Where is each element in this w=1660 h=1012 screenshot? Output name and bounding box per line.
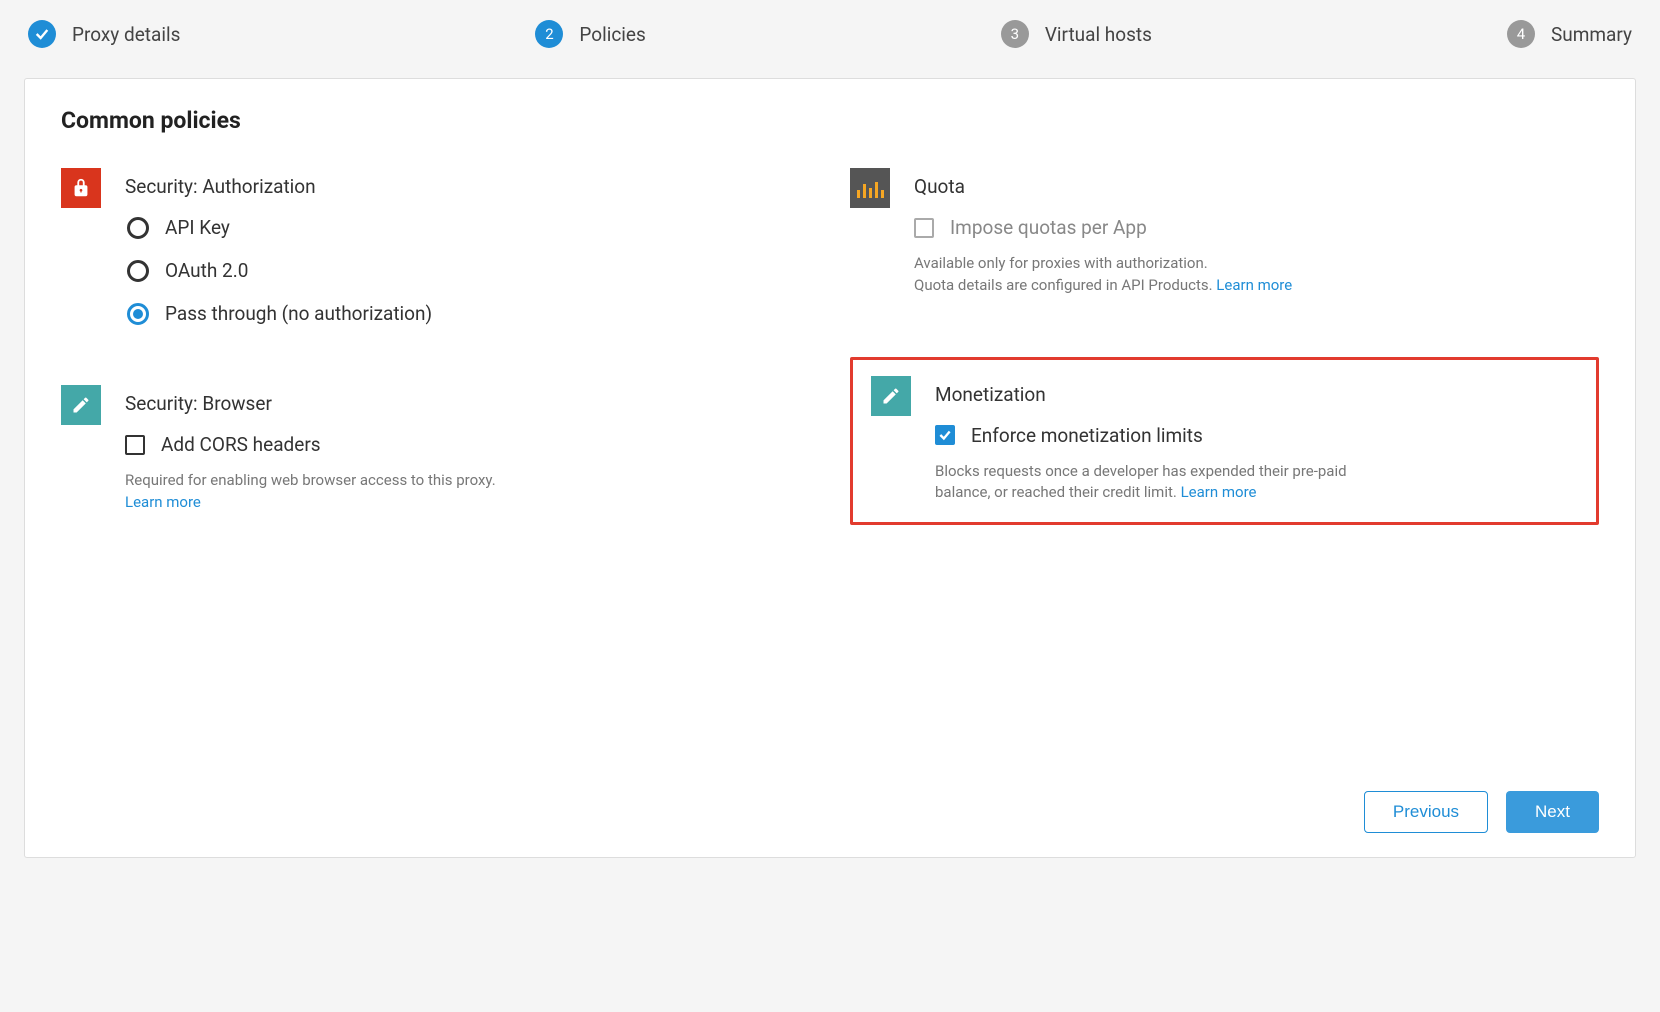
checkbox-icon — [914, 218, 934, 238]
radio-pass-through[interactable]: Pass through (no authorization) — [127, 302, 810, 325]
radio-icon — [127, 303, 149, 325]
pencil-icon — [871, 376, 911, 416]
bars-icon — [850, 168, 890, 208]
checkbox-monetization-limits[interactable]: Enforce monetization limits — [935, 424, 1578, 447]
helper-line: Blocks requests once a developer has exp… — [935, 462, 1347, 502]
step-label: Virtual hosts — [1045, 23, 1152, 46]
helper-text: Required for enabling web browser access… — [125, 470, 565, 514]
radio-label: Pass through (no authorization) — [165, 302, 432, 325]
step-number-icon: 3 — [1001, 20, 1029, 48]
helper-text: Blocks requests once a developer has exp… — [935, 461, 1375, 505]
checkbox-quota-per-app: Impose quotas per App — [914, 216, 1599, 239]
lock-icon — [61, 168, 101, 208]
learn-more-link[interactable]: Learn more — [125, 493, 201, 511]
policy-monetization: Monetization Enforce monetization limits… — [871, 376, 1578, 505]
radio-icon — [127, 260, 149, 282]
policy-quota: Quota Impose quotas per App Available on… — [850, 168, 1599, 297]
radio-oauth[interactable]: OAuth 2.0 — [127, 259, 810, 282]
checkbox-label: Enforce monetization limits — [971, 424, 1203, 447]
learn-more-link[interactable]: Learn more — [1181, 483, 1257, 501]
helper-line: Available only for proxies with authoriz… — [914, 254, 1208, 272]
policy-title: Monetization — [935, 383, 1578, 406]
step-label: Policies — [579, 23, 645, 46]
step-done-icon — [28, 20, 56, 48]
checkbox-label: Add CORS headers — [161, 433, 321, 456]
pencil-icon — [61, 385, 101, 425]
policy-title: Security: Authorization — [125, 175, 810, 198]
step-policies[interactable]: 2 Policies — [535, 20, 645, 48]
highlight-monetization: Monetization Enforce monetization limits… — [850, 357, 1599, 526]
step-label: Proxy details — [72, 23, 180, 46]
helper-text: Available only for proxies with authoriz… — [914, 253, 1354, 297]
step-proxy-details[interactable]: Proxy details — [28, 20, 180, 48]
checkbox-cors-headers[interactable]: Add CORS headers — [125, 433, 810, 456]
policy-security-authorization: Security: Authorization API Key OAuth 2.… — [61, 168, 810, 325]
learn-more-link[interactable]: Learn more — [1216, 276, 1292, 294]
stepper: Proxy details 2 Policies 3 Virtual hosts… — [24, 20, 1636, 48]
step-summary[interactable]: 4 Summary — [1507, 20, 1632, 48]
checkbox-icon — [935, 425, 955, 445]
step-number-icon: 4 — [1507, 20, 1535, 48]
helper-line: Required for enabling web browser access… — [125, 471, 496, 489]
radio-label: API Key — [165, 216, 230, 239]
footer-actions: Previous Next — [61, 771, 1599, 833]
next-button[interactable]: Next — [1506, 791, 1599, 833]
checkbox-icon — [125, 435, 145, 455]
radio-label: OAuth 2.0 — [165, 259, 248, 282]
step-number-icon: 2 — [535, 20, 563, 48]
step-virtual-hosts[interactable]: 3 Virtual hosts — [1001, 20, 1152, 48]
step-label: Summary — [1551, 23, 1632, 46]
policy-security-browser: Security: Browser Add CORS headers Requi… — [61, 385, 810, 514]
policy-title: Quota — [914, 175, 1599, 198]
checkbox-label: Impose quotas per App — [950, 216, 1147, 239]
radio-icon — [127, 217, 149, 239]
helper-line: Quota details are configured in API Prod… — [914, 276, 1213, 294]
radio-api-key[interactable]: API Key — [127, 216, 810, 239]
policy-title: Security: Browser — [125, 392, 810, 415]
previous-button[interactable]: Previous — [1364, 791, 1488, 833]
panel-common-policies: Common policies Security: Authorization … — [24, 78, 1636, 858]
panel-title: Common policies — [61, 107, 1599, 134]
